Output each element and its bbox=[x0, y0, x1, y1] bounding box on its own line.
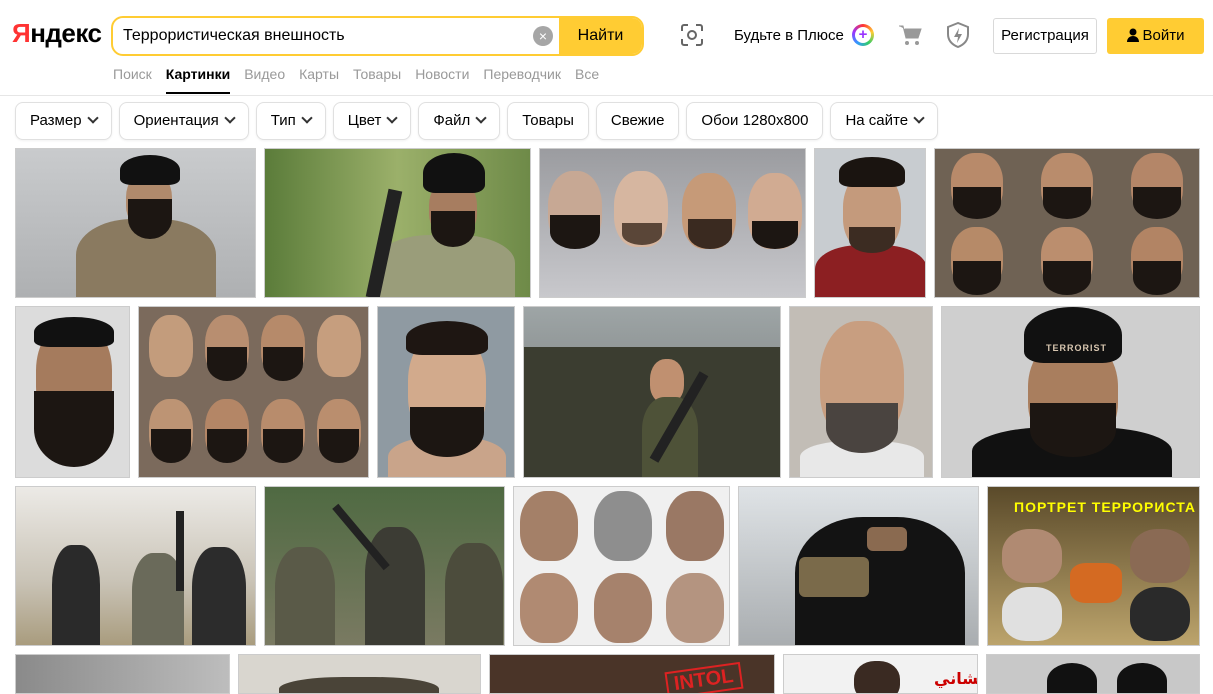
image-result[interactable] bbox=[523, 306, 781, 478]
image-result[interactable] bbox=[264, 148, 531, 298]
image-result[interactable] bbox=[986, 654, 1200, 694]
chevron-down-icon bbox=[386, 112, 399, 124]
logo-rest: ндекс bbox=[30, 18, 102, 48]
image-result[interactable] bbox=[377, 306, 515, 478]
image-result[interactable] bbox=[15, 486, 256, 646]
image-result[interactable]: ПОРТРЕТ ТЕРРОРИСТА bbox=[987, 486, 1200, 646]
image-result[interactable] bbox=[15, 654, 230, 694]
shield-icon[interactable] bbox=[946, 22, 970, 48]
search-box: × Найти bbox=[111, 16, 644, 56]
forehead-tattoo-text: TERRORIST bbox=[1046, 343, 1108, 353]
tab-products[interactable]: Товары bbox=[353, 66, 401, 94]
filter-wallpaper[interactable]: Обои 1280x800 bbox=[686, 102, 824, 140]
chevron-down-icon bbox=[913, 112, 925, 124]
header: Яндекс × Найти Будьте в Плюсе + Регистра… bbox=[0, 0, 1213, 96]
find-button[interactable]: Найти bbox=[559, 18, 642, 54]
search-input[interactable] bbox=[123, 18, 528, 54]
plus-badge-glyph: + bbox=[855, 27, 871, 43]
yandex-logo[interactable]: Яндекс bbox=[12, 18, 102, 49]
filter-size-label: Размер bbox=[30, 112, 82, 129]
chevron-down-icon bbox=[475, 112, 487, 124]
image-caption-text: يشاني bbox=[934, 671, 978, 688]
image-result[interactable] bbox=[513, 486, 730, 646]
filter-fresh[interactable]: Свежие bbox=[595, 102, 680, 140]
user-icon bbox=[1126, 28, 1139, 42]
tab-all[interactable]: Все bbox=[575, 66, 599, 94]
image-result[interactable] bbox=[264, 486, 505, 646]
tab-images[interactable]: Картинки bbox=[165, 66, 231, 94]
chevron-down-icon bbox=[301, 112, 313, 124]
image-stamp-text: INTOL bbox=[664, 661, 744, 693]
filter-file[interactable]: Файл bbox=[418, 102, 501, 140]
filter-products-label: Товары bbox=[522, 112, 574, 129]
filter-color[interactable]: Цвет bbox=[332, 102, 412, 140]
filter-orientation[interactable]: Ориентация bbox=[118, 102, 249, 140]
search-tabs: Поиск Картинки Видео Карты Товары Новост… bbox=[113, 66, 613, 94]
plus-promo-text[interactable]: Будьте в Плюсе bbox=[734, 27, 844, 44]
filter-on-site-label: На сайте bbox=[845, 112, 909, 129]
image-result[interactable] bbox=[15, 306, 130, 478]
image-result[interactable] bbox=[138, 306, 369, 478]
filter-on-site[interactable]: На сайте bbox=[830, 102, 939, 140]
filter-fresh-label: Свежие bbox=[610, 112, 665, 129]
image-result[interactable] bbox=[789, 306, 933, 478]
filter-bar: Размер Ориентация Тип Цвет Файл Товары С… bbox=[15, 102, 945, 140]
filter-products[interactable]: Товары bbox=[507, 102, 589, 140]
login-label: Войти bbox=[1142, 27, 1185, 44]
filter-file-label: Файл bbox=[433, 112, 471, 129]
image-result[interactable]: INTOL bbox=[489, 654, 775, 694]
filter-orientation-label: Ориентация bbox=[133, 112, 219, 129]
filter-wallpaper-label: Обои 1280x800 bbox=[701, 112, 809, 129]
camera-search-icon[interactable] bbox=[680, 23, 704, 47]
register-button[interactable]: Регистрация bbox=[993, 18, 1097, 54]
filter-size[interactable]: Размер bbox=[15, 102, 112, 140]
filter-type-label: Тип bbox=[270, 112, 296, 129]
tab-search[interactable]: Поиск bbox=[113, 66, 152, 94]
tab-maps[interactable]: Карты bbox=[299, 66, 339, 94]
clear-icon[interactable]: × bbox=[533, 26, 553, 46]
image-result[interactable] bbox=[539, 148, 806, 298]
image-result[interactable] bbox=[738, 486, 979, 646]
chevron-down-icon bbox=[224, 112, 236, 124]
plus-badge-icon[interactable]: + bbox=[852, 24, 874, 46]
image-result[interactable] bbox=[814, 148, 926, 298]
filter-type[interactable]: Тип bbox=[255, 102, 326, 140]
chevron-down-icon bbox=[86, 112, 99, 124]
image-caption-text: ПОРТРЕТ ТЕРРОРИСТА bbox=[1014, 499, 1196, 515]
image-result[interactable] bbox=[238, 654, 481, 694]
filter-color-label: Цвет bbox=[347, 112, 382, 129]
cart-icon[interactable] bbox=[898, 24, 922, 46]
logo-first-letter: Я bbox=[12, 18, 31, 48]
tab-news[interactable]: Новости bbox=[415, 66, 469, 94]
tab-translator[interactable]: Переводчик bbox=[483, 66, 561, 94]
image-result[interactable]: TERRORIST bbox=[941, 306, 1200, 478]
login-button[interactable]: Войти bbox=[1107, 18, 1204, 54]
image-result[interactable]: يشاني bbox=[783, 654, 978, 694]
tab-video[interactable]: Видео bbox=[244, 66, 285, 94]
image-result[interactable] bbox=[15, 148, 256, 298]
image-result[interactable] bbox=[934, 148, 1200, 298]
